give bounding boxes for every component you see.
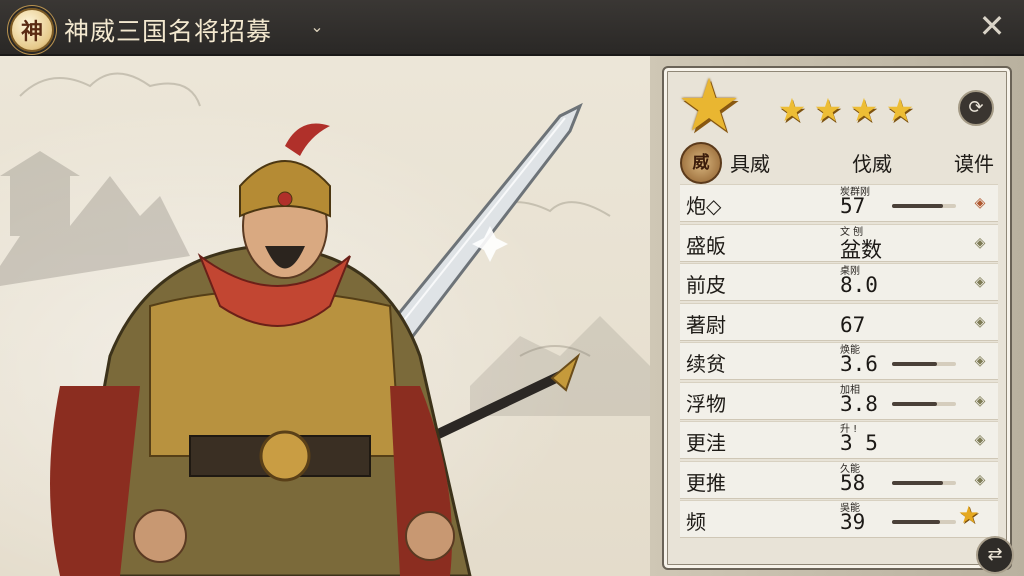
green-diamond-icon[interactable]: ◈ [970, 312, 990, 332]
stat-bar-fill [892, 480, 944, 485]
stats-panel-container: ★ ★ ★ ★ ★ ⟳ 威 具威 伐威 谟件 炮◇ 炭群刚 57 ◈ 盛皈文 刨盆数 ◈ 前… [650, 56, 1024, 576]
badge-icon: 威 [680, 142, 722, 184]
stat-value: 3.6 [840, 352, 878, 376]
stat-row[interactable]: 著尉 67 ◈ [680, 302, 998, 341]
column-header: 谟件 [954, 152, 994, 176]
green-diamond-icon[interactable]: ◈ [970, 391, 990, 411]
stat-value: 58 [840, 470, 866, 495]
chevron-down-icon[interactable]: ⌄ [306, 14, 328, 40]
stat-bar-fill [892, 204, 944, 208]
stat-bar-fill [892, 520, 940, 524]
stat-row[interactable]: 盛皈文 刨盆数 ◈ [680, 223, 998, 262]
stat-bar-fill [892, 401, 937, 406]
rating-stars: ★ ★ ★ ★ [776, 92, 916, 128]
stat-bar [892, 520, 956, 524]
green-diamond-icon[interactable]: ◈ [970, 233, 990, 253]
page-title: 神威三国名将招募 [64, 17, 273, 46]
stat-name: 更洼 [686, 431, 726, 455]
general-portrait-art [0, 56, 650, 576]
stat-row[interactable]: 更推 久能 58 ◈ [680, 460, 998, 499]
stat-name: 前皮 [686, 273, 726, 297]
stat-value: 3 5 [840, 431, 878, 455]
green-diamond-icon[interactable]: ◈ [970, 470, 990, 490]
stat-value: 3.8 [840, 391, 878, 416]
star-icon: ★ [849, 91, 879, 129]
stat-bar [892, 204, 956, 208]
stat-bar-fill [892, 362, 937, 366]
stat-row[interactable]: 浮物 加相 3.8 ◈ [680, 381, 998, 420]
emblem-icon: 神 [10, 8, 54, 52]
close-button[interactable]: ✕ [974, 8, 1010, 44]
column-header: 伐威 [852, 152, 892, 176]
stat-row[interactable]: 频吳能 39 ★ [680, 500, 998, 538]
stat-bar [892, 362, 956, 366]
stat-bar [892, 480, 956, 485]
stats-header: 威 具威 伐威 谟件 [680, 142, 1000, 184]
gold-star-icon[interactable]: ★ [958, 503, 980, 527]
rank-star-icon: ★ [676, 63, 742, 147]
stat-row[interactable]: 炮◇ 炭群刚 57 ◈ [680, 184, 998, 222]
stat-name: 频 [686, 510, 706, 534]
stat-value: 67 [840, 312, 866, 337]
star-icon: ★ [777, 91, 807, 129]
top-bar: 神 神威三国名将招募 ⌄ ✕ [0, 0, 1024, 56]
stat-value: 盆数 [840, 237, 882, 262]
refresh-icon[interactable]: ⟳ [958, 90, 994, 126]
stat-name: 盛皈 [686, 233, 726, 258]
stats-panel: ★ ★ ★ ★ ★ ⟳ 威 具威 伐威 谟件 炮◇ 炭群刚 57 ◈ 盛皈文 刨盆数 ◈ 前… [662, 66, 1012, 570]
red-diamond-icon[interactable]: ◈ [970, 193, 990, 213]
stat-row[interactable]: 前皮 桌刚 8.0 ◈ [680, 263, 998, 301]
stat-name: 浮物 [686, 391, 726, 416]
stat-name: 炮◇ [686, 194, 722, 218]
stat-value: 39 [840, 510, 866, 534]
general-illustration [0, 72, 650, 576]
star-icon: ★ [813, 91, 843, 129]
swap-button[interactable]: ⇄ [976, 536, 1014, 574]
green-diamond-icon[interactable]: ◈ [970, 272, 990, 292]
stat-name: 著尉 [686, 312, 726, 337]
stat-bar [892, 401, 956, 406]
stat-value: 8.0 [840, 273, 878, 297]
stat-name: 续贫 [686, 352, 726, 376]
column-header: 具威 [730, 152, 770, 176]
stat-row[interactable]: 续贫 焕能 3.6 ◈ [680, 342, 998, 380]
stat-name: 更推 [686, 470, 726, 495]
green-diamond-icon[interactable]: ◈ [970, 351, 990, 371]
green-diamond-icon[interactable]: ◈ [970, 430, 990, 450]
stat-row[interactable]: 更洼升 ! 3 5 ◈ [680, 421, 998, 459]
stat-value: 57 [840, 194, 866, 218]
star-icon: ★ [885, 91, 915, 129]
